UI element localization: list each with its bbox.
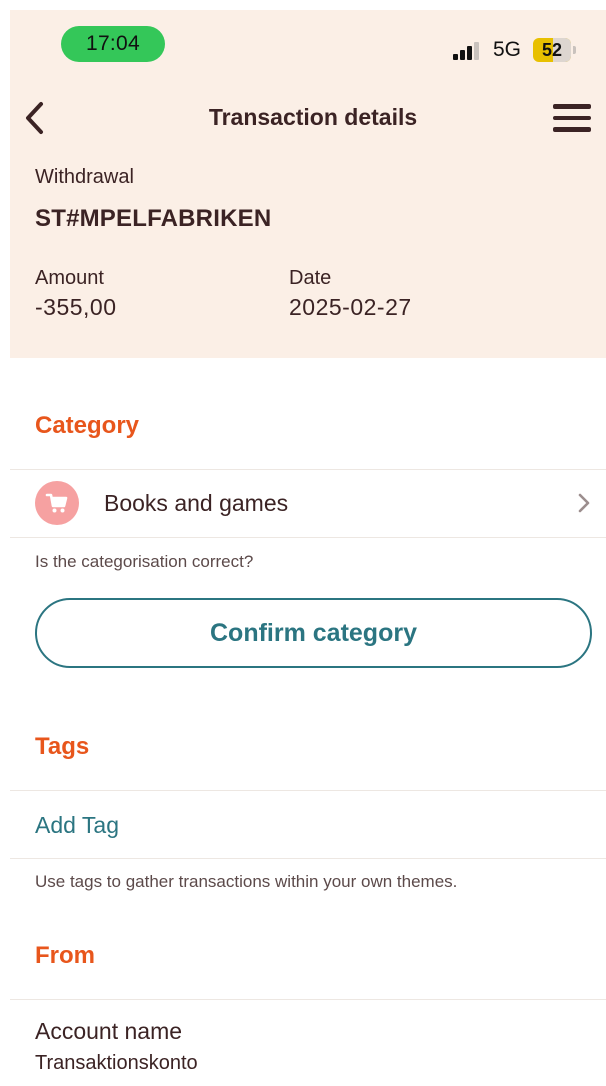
tags-hint: Use tags to gather transactions within y… [35, 872, 458, 891]
page-title: Transaction details [208, 104, 418, 130]
amount-label: Amount [35, 267, 104, 289]
network-type: 5G [493, 38, 522, 61]
battery-icon: 52 [533, 38, 576, 62]
account-name-value: Transaktionskonto [35, 1052, 198, 1074]
merchant-name: ST#MPELFABRIKEN [35, 205, 272, 232]
date-label: Date [289, 267, 332, 289]
divider [10, 537, 606, 538]
hamburger-menu-icon[interactable] [553, 104, 591, 132]
add-tag-link[interactable]: Add Tag [35, 812, 119, 839]
battery-level: 52 [541, 39, 563, 60]
signal-icon [453, 40, 485, 60]
divider [10, 858, 606, 859]
chevron-right-icon [577, 492, 591, 514]
divider [10, 999, 606, 1000]
category-row[interactable]: Books and games [10, 470, 606, 537]
from-section-title: From [35, 942, 95, 969]
confirm-category-button[interactable]: Confirm category [35, 598, 592, 668]
shopping-cart-icon [35, 481, 79, 525]
status-time: 17:04 [61, 26, 165, 62]
tags-section-title: Tags [35, 733, 90, 760]
date-value: 2025-02-27 [289, 294, 412, 320]
divider [10, 790, 606, 791]
account-name-label: Account name [35, 1018, 183, 1044]
transaction-type: Withdrawal [35, 166, 134, 188]
amount-value: -355,00 [35, 294, 117, 320]
category-section-title: Category [35, 412, 140, 439]
category-name: Books and games [104, 490, 289, 516]
categorisation-question: Is the categorisation correct? [35, 552, 254, 571]
